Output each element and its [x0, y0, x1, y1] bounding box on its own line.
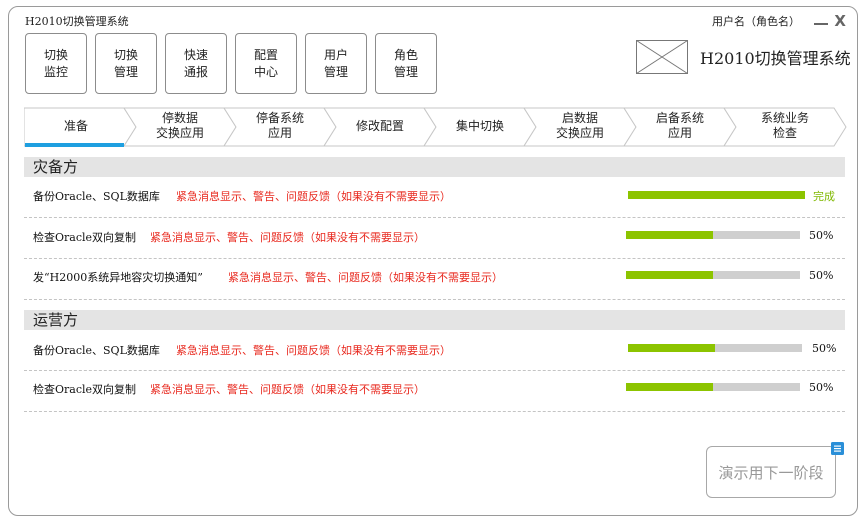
- section-header-disaster: 灾备方: [24, 157, 845, 177]
- main-toolbar: 切换 监控 切换 管理 快速 通报 配置 中心 用户 管理 角色 管理: [25, 33, 437, 94]
- next-stage-button[interactable]: 演示用下一阶段: [706, 446, 836, 498]
- alert-message: 紧急消息显示、警告、问题反馈（如果没有不需要显示）: [150, 383, 425, 396]
- minimize-icon[interactable]: [814, 23, 828, 25]
- progress-fill: [628, 344, 715, 352]
- step-start-data-exchange[interactable]: 启数据 交换应用: [530, 107, 630, 145]
- table-row: 备份Oracle、SQL数据库 紧急消息显示、警告、问题反馈（如果没有不需要显示…: [24, 177, 845, 218]
- progress-bar: [628, 191, 805, 199]
- progress-fill: [626, 231, 713, 239]
- status-text: 50%: [809, 381, 834, 394]
- status-text: 50%: [812, 342, 837, 355]
- task-label: 检查Oracle双向复制: [33, 231, 137, 244]
- alert-message: 紧急消息显示、警告、问题反馈（如果没有不需要显示）: [176, 344, 451, 357]
- switch-manage-button[interactable]: 切换 管理: [95, 33, 157, 94]
- app-title: H2010切换管理系统: [25, 15, 129, 28]
- alert-message: 紧急消息显示、警告、问题反馈（如果没有不需要显示）: [228, 271, 503, 284]
- progress-bar: [628, 344, 802, 352]
- alert-message: 紧急消息显示、警告、问题反馈（如果没有不需要显示）: [176, 190, 451, 203]
- progress-fill: [626, 271, 713, 279]
- logo-text: H2010切换管理系统: [700, 49, 851, 68]
- role-manage-button[interactable]: 角色 管理: [375, 33, 437, 94]
- status-text: 完成: [813, 190, 835, 203]
- progress-bar: [626, 383, 800, 391]
- progress-bar: [626, 231, 800, 239]
- task-label: 备份Oracle、SQL数据库: [33, 344, 160, 357]
- config-center-button[interactable]: 配置 中心: [235, 33, 297, 94]
- task-label: 检查Oracle双向复制: [33, 383, 137, 396]
- step-stop-backup-system[interactable]: 停备系统 应用: [230, 107, 330, 145]
- progress-fill: [626, 383, 713, 391]
- step-start-backup-system[interactable]: 启备系统 应用: [630, 107, 730, 145]
- step-central-switch[interactable]: 集中切换: [430, 107, 530, 145]
- progress-fill: [628, 191, 805, 199]
- table-row: 检查Oracle双向复制 紧急消息显示、警告、问题反馈（如果没有不需要显示） 5…: [24, 218, 845, 259]
- logo: H2010切换管理系统: [636, 40, 851, 74]
- step-stop-data-exchange[interactable]: 停数据 交换应用: [130, 107, 230, 145]
- user-manage-button[interactable]: 用户 管理: [305, 33, 367, 94]
- status-text: 50%: [809, 269, 834, 282]
- switch-monitor-button[interactable]: 切换 监控: [25, 33, 87, 94]
- table-row: 备份Oracle、SQL数据库 紧急消息显示、警告、问题反馈（如果没有不需要显示…: [24, 330, 845, 371]
- user-name[interactable]: 用户名（角色名）: [712, 13, 800, 29]
- task-label: 发“H2000系统异地容灾切换通知”: [33, 271, 203, 284]
- section-header-operations: 运营方: [24, 310, 845, 330]
- note-icon[interactable]: [831, 442, 844, 455]
- step-prepare[interactable]: 准备: [24, 107, 128, 145]
- close-icon[interactable]: X: [834, 12, 846, 30]
- step-progress: 准备 停数据 交换应用 停备系统 应用 修改配置 集中切换 启数据 交换应用 启…: [24, 107, 848, 147]
- status-text: 50%: [809, 229, 834, 242]
- quick-notify-button[interactable]: 快速 通报: [165, 33, 227, 94]
- step-business-check[interactable]: 系统业务 检查: [730, 107, 840, 145]
- alert-message: 紧急消息显示、警告、问题反馈（如果没有不需要显示）: [150, 231, 425, 244]
- task-label: 备份Oracle、SQL数据库: [33, 190, 160, 203]
- progress-bar: [626, 271, 800, 279]
- table-row: 发“H2000系统异地容灾切换通知” 紧急消息显示、警告、问题反馈（如果没有不需…: [24, 259, 845, 300]
- step-modify-config[interactable]: 修改配置: [330, 107, 430, 145]
- image-placeholder-icon: [636, 40, 688, 74]
- table-row: 检查Oracle双向复制 紧急消息显示、警告、问题反馈（如果没有不需要显示） 5…: [24, 371, 845, 412]
